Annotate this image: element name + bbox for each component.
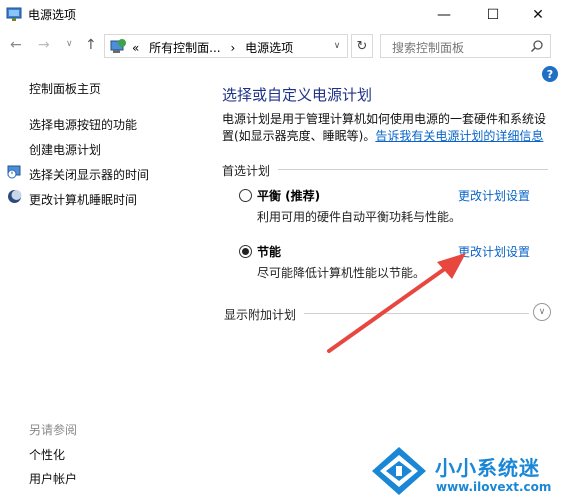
show-additional-plans-label[interactable]: 显示附加计划 [224,306,296,323]
sidebar-item-user-accounts[interactable]: 用户帐户 [29,470,77,487]
breadcrumb-separator[interactable]: › [230,41,235,55]
balanced-plan-radio[interactable] [239,189,252,202]
window-title: 电源选项 [28,8,77,22]
search-icon[interactable] [530,39,544,53]
balanced-plan-description: 利用可用的硬件自动平衡功耗与性能。 [257,210,462,224]
page-title: 选择或自定义电源计划 [222,86,373,104]
balanced-plan-name: 平衡 (推荐) [257,189,321,203]
watermark-name: 小小系统迷 [435,456,540,480]
power-saver-plan-radio[interactable] [239,245,252,258]
watermark-logo-icon [372,447,426,495]
sidebar-control-panel-home[interactable]: 控制面板主页 [29,80,101,97]
section-divider [278,169,548,170]
see-also-heading: 另请参阅 [29,423,78,437]
sidebar-item-personalization[interactable]: 个性化 [29,446,65,463]
control-panel-icon [110,39,126,53]
refresh-button[interactable]: ↻ [351,34,373,58]
search-box[interactable]: 搜索控制面板 [380,34,551,58]
recent-locations-chevron-icon[interactable]: ∨ [66,39,73,49]
address-bar[interactable]: « 所有控制面... › 电源选项 [104,34,348,58]
power-saver-plan-description: 尽可能降低计算机性能以节能。 [257,266,426,280]
breadcrumb-all-control-panel[interactable]: 所有控制面... [149,41,220,55]
minimize-button[interactable]: — [421,0,467,30]
navigation-bar: ← → ∨ ↑ « 所有控制面... › 电源选项 ∨ ↻ 搜索控制面板 [0,30,561,62]
breadcrumb-power-options[interactable]: 电源选项 [245,41,293,55]
sidebar-item-power-buttons[interactable]: 选择电源按钮的功能 [29,116,137,133]
breadcrumb-overflow[interactable]: « [132,41,139,55]
sidebar-item-sleep-time[interactable]: 更改计算机睡眠时间 [29,191,137,208]
search-input[interactable]: 搜索控制面板 [392,39,464,56]
power-options-app-icon [6,7,22,21]
breadcrumb: « 所有控制面... › 电源选项 [132,39,299,56]
preferred-plans-label: 首选计划 [222,164,271,178]
display-clock-icon [7,165,21,179]
sleep-moon-icon [8,190,22,203]
title-bar: 电源选项 — ☐ ✕ [0,0,561,30]
expand-chevron-icon[interactable]: ∨ [533,303,551,321]
power-saver-plan-settings-link[interactable]: 更改计划设置 [458,243,530,260]
power-saver-plan-name: 节能 [257,245,282,259]
balanced-plan-settings-link[interactable]: 更改计划设置 [458,187,530,204]
power-plan-info-link[interactable]: 告诉我有关电源计划的详细信息 [375,129,543,143]
forward-arrow-icon[interactable]: → [38,37,50,53]
close-button[interactable]: ✕ [515,0,561,30]
sidebar-item-display-off-time[interactable]: 选择关闭显示器的时间 [29,166,149,183]
help-button[interactable]: ? [542,66,558,82]
maximize-button[interactable]: ☐ [470,0,516,30]
up-arrow-icon[interactable]: ↑ [85,37,97,53]
sidebar-item-create-plan[interactable]: 创建电源计划 [29,141,101,158]
back-arrow-icon[interactable]: ← [10,37,22,53]
address-dropdown-chevron-icon[interactable]: ∨ [327,34,347,58]
watermark-url: www.ilovext.com [436,480,552,494]
additional-plans-divider [304,313,529,314]
page-description: 电源计划是用于管理计算机如何使用电源的一套硬件和系统设置(如显示器亮度、睡眠等)… [222,111,552,145]
